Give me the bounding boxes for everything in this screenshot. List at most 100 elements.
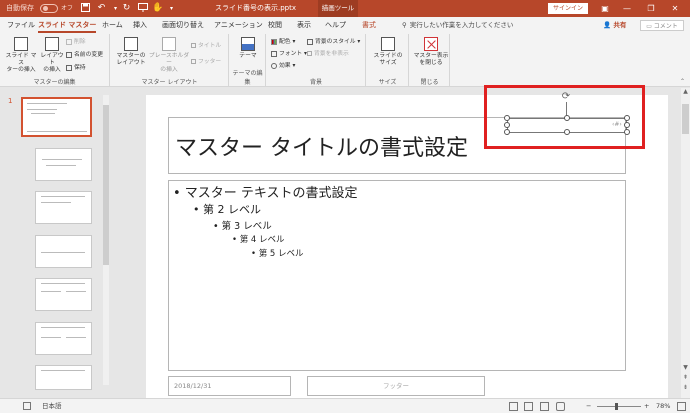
tab-slide-master[interactable]: スライド マスター: [38, 17, 97, 34]
rename-button[interactable]: 名前の変更: [66, 51, 103, 59]
collapse-ribbon-icon[interactable]: ⌃: [680, 78, 685, 85]
insert-layout-button[interactable]: レイアウト の挿入: [38, 37, 66, 74]
slide-size-button[interactable]: スライドの サイズ: [371, 37, 405, 67]
insert-slide-master-label: スライド マス ターの挿入: [5, 53, 37, 73]
master-title-text: マスター タイトルの書式設定: [175, 136, 468, 161]
zoom-slider-knob[interactable]: [615, 403, 618, 410]
comment-label: コメント: [653, 23, 678, 30]
scroll-up-icon[interactable]: ▲: [682, 88, 689, 96]
comment-button[interactable]: ▭ コメント: [640, 20, 684, 31]
group-background: 配色 ▾ フォント ▾ 効果 ▾ 背景のスタイル ▾ 背景を非表示 背景: [267, 34, 366, 87]
thumbnail-master[interactable]: [21, 97, 92, 137]
restore-icon[interactable]: ❐: [642, 0, 660, 17]
fit-to-window-icon[interactable]: [677, 402, 686, 411]
zoom-in-icon[interactable]: +: [644, 399, 649, 413]
fonts-icon: [271, 50, 277, 57]
footer-check-label: フッター: [198, 59, 222, 65]
delete-button[interactable]: 削除: [66, 38, 86, 46]
prev-slide-icon[interactable]: ⇞: [682, 374, 689, 382]
customize-qat-icon[interactable]: ▾: [166, 3, 177, 14]
zoom-out-icon[interactable]: −: [586, 399, 591, 413]
spellcheck-icon[interactable]: [23, 402, 31, 410]
effects-icon: [271, 62, 277, 69]
date-placeholder[interactable]: 2018/12/31: [168, 376, 291, 396]
delete-icon: [66, 38, 72, 45]
slideshow-icon[interactable]: [137, 3, 148, 14]
reading-view-icon[interactable]: [540, 402, 549, 411]
tab-insert[interactable]: 挿入: [133, 17, 147, 34]
rename-label: 名前の変更: [74, 52, 103, 58]
master-layout-icon: [124, 37, 138, 51]
tab-home[interactable]: ホーム: [102, 17, 123, 34]
tab-format[interactable]: 書式: [362, 17, 376, 34]
slideshow-view-icon[interactable]: [556, 402, 565, 411]
thumbnail-layout-6[interactable]: [35, 365, 92, 390]
tab-file[interactable]: ファイル: [7, 17, 35, 34]
zoom-slider[interactable]: [597, 406, 641, 407]
close-window-icon[interactable]: ✕: [666, 0, 684, 17]
slide-size-icon: [381, 37, 395, 51]
footer-placeholder[interactable]: フッター: [307, 376, 485, 396]
bg-styles-button[interactable]: 背景のスタイル ▾: [307, 38, 360, 46]
language-status[interactable]: 日本語: [42, 399, 62, 413]
undo-dropdown-icon[interactable]: ▾: [110, 3, 121, 14]
themes-button[interactable]: テーマ: [233, 37, 263, 60]
slide-scrollbar[interactable]: ▲ ▼ ⇞ ⇟: [681, 88, 690, 398]
group-label-background: 背景: [309, 79, 322, 86]
tab-view[interactable]: 表示: [297, 17, 311, 34]
share-button[interactable]: 👤 共有: [603, 20, 626, 31]
group-master-edit: スライド マス ターの挿入 レイアウト の挿入 削除 名前の変更 保持 マスター…: [0, 34, 110, 87]
colors-button[interactable]: 配色 ▾: [271, 38, 295, 46]
thumbnail-layout-5[interactable]: [35, 322, 92, 355]
thumbnail-scroll-thumb[interactable]: [103, 105, 109, 265]
tab-animations[interactable]: アニメーション: [214, 17, 263, 34]
search-icon: ⚲: [402, 21, 407, 29]
text-level-4: • 第 4 レベル: [232, 235, 285, 245]
thumbnail-scrollbar[interactable]: [103, 95, 109, 385]
undo-icon[interactable]: ↶: [96, 3, 107, 14]
thumbnail-layout-4[interactable]: [35, 278, 92, 311]
fonts-label: フォント: [279, 51, 303, 57]
preserve-label: 保持: [74, 65, 86, 71]
tell-me-search[interactable]: ⚲ 実行したい作業を入力してください: [402, 17, 513, 34]
master-layout-button[interactable]: マスターの レイアウト: [115, 37, 147, 67]
close-master-label: マスター表示 を閉じる: [413, 53, 449, 66]
touch-mode-icon[interactable]: ✋: [152, 3, 163, 14]
fonts-button[interactable]: フォント ▾: [271, 50, 307, 58]
tab-review[interactable]: 校閲: [268, 17, 282, 34]
placeholder-icon: [162, 37, 176, 51]
slide-scroll-thumb[interactable]: [682, 104, 689, 134]
group-label-size: サイズ: [378, 79, 397, 86]
footer-checkbox[interactable]: フッター: [191, 58, 221, 66]
scroll-down-icon[interactable]: ▼: [682, 364, 689, 372]
tell-me-text: 実行したい作業を入力してください: [409, 21, 514, 29]
thumbnail-layout-2[interactable]: [35, 191, 92, 224]
footer-check-icon: [191, 59, 196, 64]
close-master-view-button[interactable]: マスター表示 を閉じる: [412, 37, 450, 67]
autosave-toggle[interactable]: [40, 4, 58, 13]
normal-view-icon[interactable]: [509, 402, 518, 411]
tab-help[interactable]: ヘルプ: [325, 17, 346, 34]
tab-transitions[interactable]: 画面切り替え: [162, 17, 204, 34]
redo-icon[interactable]: ↻: [121, 3, 132, 14]
save-icon[interactable]: [80, 3, 91, 14]
preserve-button[interactable]: 保持: [66, 64, 86, 72]
hide-bg-checkbox[interactable]: 背景を非表示: [307, 50, 349, 58]
text-level-2: • 第 2 レベル: [193, 203, 261, 216]
slide-sorter-icon[interactable]: [524, 402, 533, 411]
minimize-icon[interactable]: —: [618, 0, 636, 17]
zoom-level[interactable]: 78%: [656, 399, 670, 413]
signin-button[interactable]: サインイン: [548, 3, 588, 14]
next-slide-icon[interactable]: ⇟: [682, 384, 689, 392]
insert-placeholder-button[interactable]: プレースホルダー の挿入: [147, 37, 191, 74]
insert-slide-master-button[interactable]: スライド マス ターの挿入: [3, 37, 39, 74]
body-placeholder[interactable]: • マスター テキストの書式設定 • 第 2 レベル • 第 3 レベル • 第…: [168, 180, 626, 371]
thumbnail-layout-1[interactable]: [35, 148, 92, 181]
title-checkbox[interactable]: タイトル: [191, 42, 221, 50]
ribbon: スライド マス ターの挿入 レイアウト の挿入 削除 名前の変更 保持 マスター…: [0, 34, 690, 87]
effects-button[interactable]: 効果 ▾: [271, 62, 295, 70]
rename-icon: [66, 51, 72, 58]
ribbon-display-options-icon[interactable]: ▣: [596, 0, 614, 17]
pin-icon: [66, 64, 72, 71]
thumbnail-layout-3[interactable]: [35, 235, 92, 268]
